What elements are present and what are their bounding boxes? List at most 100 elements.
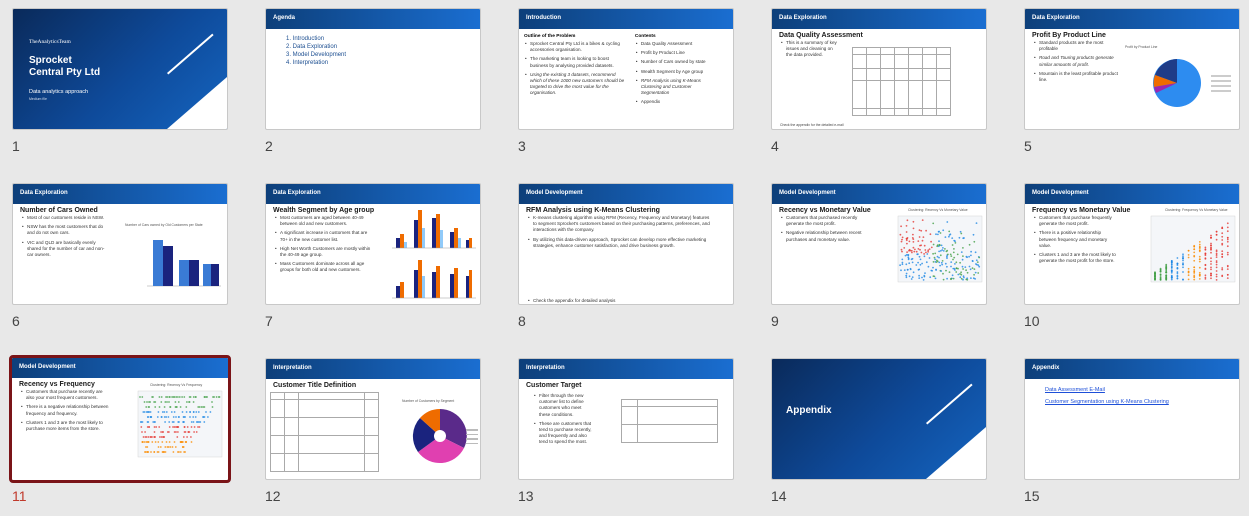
slide-thumbnail-13[interactable]: Interpretation Customer Target Filter th… xyxy=(518,358,734,504)
scatter-point xyxy=(193,431,195,433)
scatter-point xyxy=(200,406,203,408)
slide-thumbnail-3[interactable]: Introduction Outline of the Problem Spro… xyxy=(518,8,734,154)
scatter-point xyxy=(953,256,956,259)
slide-thumbnail-14[interactable]: Appendix 14 xyxy=(771,358,987,504)
scatter-point xyxy=(900,240,903,243)
slide-8[interactable]: Model Development RFM Analysis using K-M… xyxy=(518,183,734,305)
scatter-point xyxy=(960,232,963,235)
slide-thumbnail-12[interactable]: Interpretation Customer Title Definition… xyxy=(265,358,481,504)
scatter-point xyxy=(157,411,160,413)
slide-5[interactable]: Data Exploration Profit By Product Line … xyxy=(1024,8,1240,130)
link-customer-segmentation[interactable]: Customer Segmentation using K-Means Clus… xyxy=(1025,397,1239,407)
slide-4[interactable]: Data Exploration Data Quality Assessment… xyxy=(771,8,987,130)
scatter-point xyxy=(1193,254,1196,257)
scatter-point xyxy=(148,406,151,408)
slide-thumbnail-8[interactable]: Model Development RFM Analysis using K-M… xyxy=(518,183,734,329)
slide-13[interactable]: Interpretation Customer Target Filter th… xyxy=(518,358,734,480)
slide-thumbnail-7[interactable]: Data Exploration Wealth Segment by Age g… xyxy=(265,183,481,329)
slide-thumbnail-11[interactable]: Model Development Recency vs Frequency C… xyxy=(9,355,231,504)
slide-title: Customer Title Definition xyxy=(273,382,357,389)
target-table xyxy=(621,399,718,443)
slide-11[interactable]: Model Development Recency vs Frequency C… xyxy=(9,355,231,483)
slide-14[interactable]: Appendix xyxy=(771,358,987,480)
scatter-point xyxy=(1226,238,1229,241)
scatter-point xyxy=(203,396,206,398)
scatter-point xyxy=(1210,260,1212,263)
scatter-point xyxy=(142,436,145,438)
scatter-point xyxy=(917,261,919,264)
scatter-point xyxy=(950,255,953,257)
scatter-point xyxy=(165,441,168,443)
bullet-list: Most customers are aged between 40-49 be… xyxy=(266,215,378,274)
slide-7[interactable]: Data Exploration Wealth Segment by Age g… xyxy=(265,183,481,305)
scatter-point xyxy=(904,254,907,257)
scatter-point xyxy=(927,265,930,268)
scatter-point xyxy=(905,274,908,277)
scatter-point xyxy=(163,451,165,453)
scatter-point xyxy=(183,396,186,398)
scatter-point xyxy=(930,269,933,272)
scatter-point xyxy=(936,245,939,248)
scatter-point xyxy=(957,267,959,270)
scatter-point xyxy=(1176,275,1179,278)
bullet-list: This is a summary of key issues and clea… xyxy=(772,40,844,59)
scatter-point xyxy=(959,273,961,275)
scatter-point xyxy=(207,416,209,418)
scatter-point xyxy=(938,256,940,259)
slide-thumbnail-6[interactable]: Data Exploration Number of Cars Owned Mo… xyxy=(12,183,228,329)
scatter-point xyxy=(975,259,978,262)
scatter-point xyxy=(949,233,952,236)
scatter-point xyxy=(192,401,195,403)
scatter-point xyxy=(968,243,971,246)
scatter-point xyxy=(1198,258,1201,261)
scatter-point xyxy=(1176,267,1179,270)
slide-header: Data Exploration xyxy=(13,184,227,204)
scatter-point xyxy=(1210,242,1212,245)
scatter-point xyxy=(1221,253,1224,255)
scatter-point xyxy=(919,258,922,261)
slide-3[interactable]: Introduction Outline of the Problem Spro… xyxy=(518,8,734,130)
scatter-point xyxy=(900,269,902,272)
scatter-point xyxy=(973,268,976,270)
scatter-point xyxy=(959,261,961,264)
slide-title: RFM Analysis using K-Means Clustering xyxy=(526,207,660,214)
slide-thumbnail-15[interactable]: Appendix Data Assessment E-Mail Customer… xyxy=(1024,358,1240,504)
scatter-point xyxy=(177,426,179,428)
scatter-point xyxy=(952,258,954,261)
scatter-point xyxy=(148,411,150,413)
slide-thumbnail-5[interactable]: Data Exploration Profit By Product Line … xyxy=(1024,8,1240,154)
slide-12[interactable]: Interpretation Customer Title Definition… xyxy=(265,358,481,480)
link-data-assessment[interactable]: Data Assessment E-Mail xyxy=(1025,385,1239,395)
scatter-point xyxy=(1215,230,1218,233)
scatter-point xyxy=(158,406,161,408)
scatter-point xyxy=(942,247,944,249)
scatter-point xyxy=(190,436,192,438)
scatter-point xyxy=(920,229,923,232)
slide-thumbnail-9[interactable]: Model Development Recency vs Monetary Va… xyxy=(771,183,987,329)
scatter-point xyxy=(1210,268,1212,271)
scatter-point xyxy=(912,227,915,230)
slide-2[interactable]: Agenda 1. Introduction 2. Data Exploratio… xyxy=(265,8,481,130)
scatter-point xyxy=(160,436,163,438)
scatter-point xyxy=(1182,263,1184,266)
slide-thumbnail-10[interactable]: Model Development Frequency vs Monetary … xyxy=(1024,183,1240,329)
slide-15[interactable]: Appendix Data Assessment E-Mail Customer… xyxy=(1024,358,1240,480)
slide-thumbnail-2[interactable]: Agenda 1. Introduction 2. Data Exploratio… xyxy=(265,8,481,154)
scatter-point xyxy=(951,274,954,277)
scatter-point xyxy=(1170,275,1173,278)
slide-thumbnail-4[interactable]: Data Exploration Data Quality Assessment… xyxy=(771,8,987,154)
scatter-point xyxy=(972,233,975,236)
scatter-point xyxy=(192,396,195,398)
scatter-point xyxy=(139,396,141,398)
scatter-point xyxy=(1215,238,1218,241)
scatter-point xyxy=(1182,266,1184,269)
slide-number: 6 xyxy=(12,313,20,329)
slide-thumbnail-1[interactable]: TheAnalyticsTeam Sprocket Central Pty Lt… xyxy=(12,8,228,154)
slide-10[interactable]: Model Development Frequency vs Monetary … xyxy=(1024,183,1240,305)
slide-6[interactable]: Data Exploration Number of Cars Owned Mo… xyxy=(12,183,228,305)
slide-1[interactable]: TheAnalyticsTeam Sprocket Central Pty Lt… xyxy=(12,8,228,130)
scatter-point xyxy=(962,255,964,257)
bullet-list: Standard products are the most profitabl… xyxy=(1025,40,1125,83)
slide-9[interactable]: Model Development Recency vs Monetary Va… xyxy=(771,183,987,305)
scatter-point xyxy=(1170,266,1173,269)
